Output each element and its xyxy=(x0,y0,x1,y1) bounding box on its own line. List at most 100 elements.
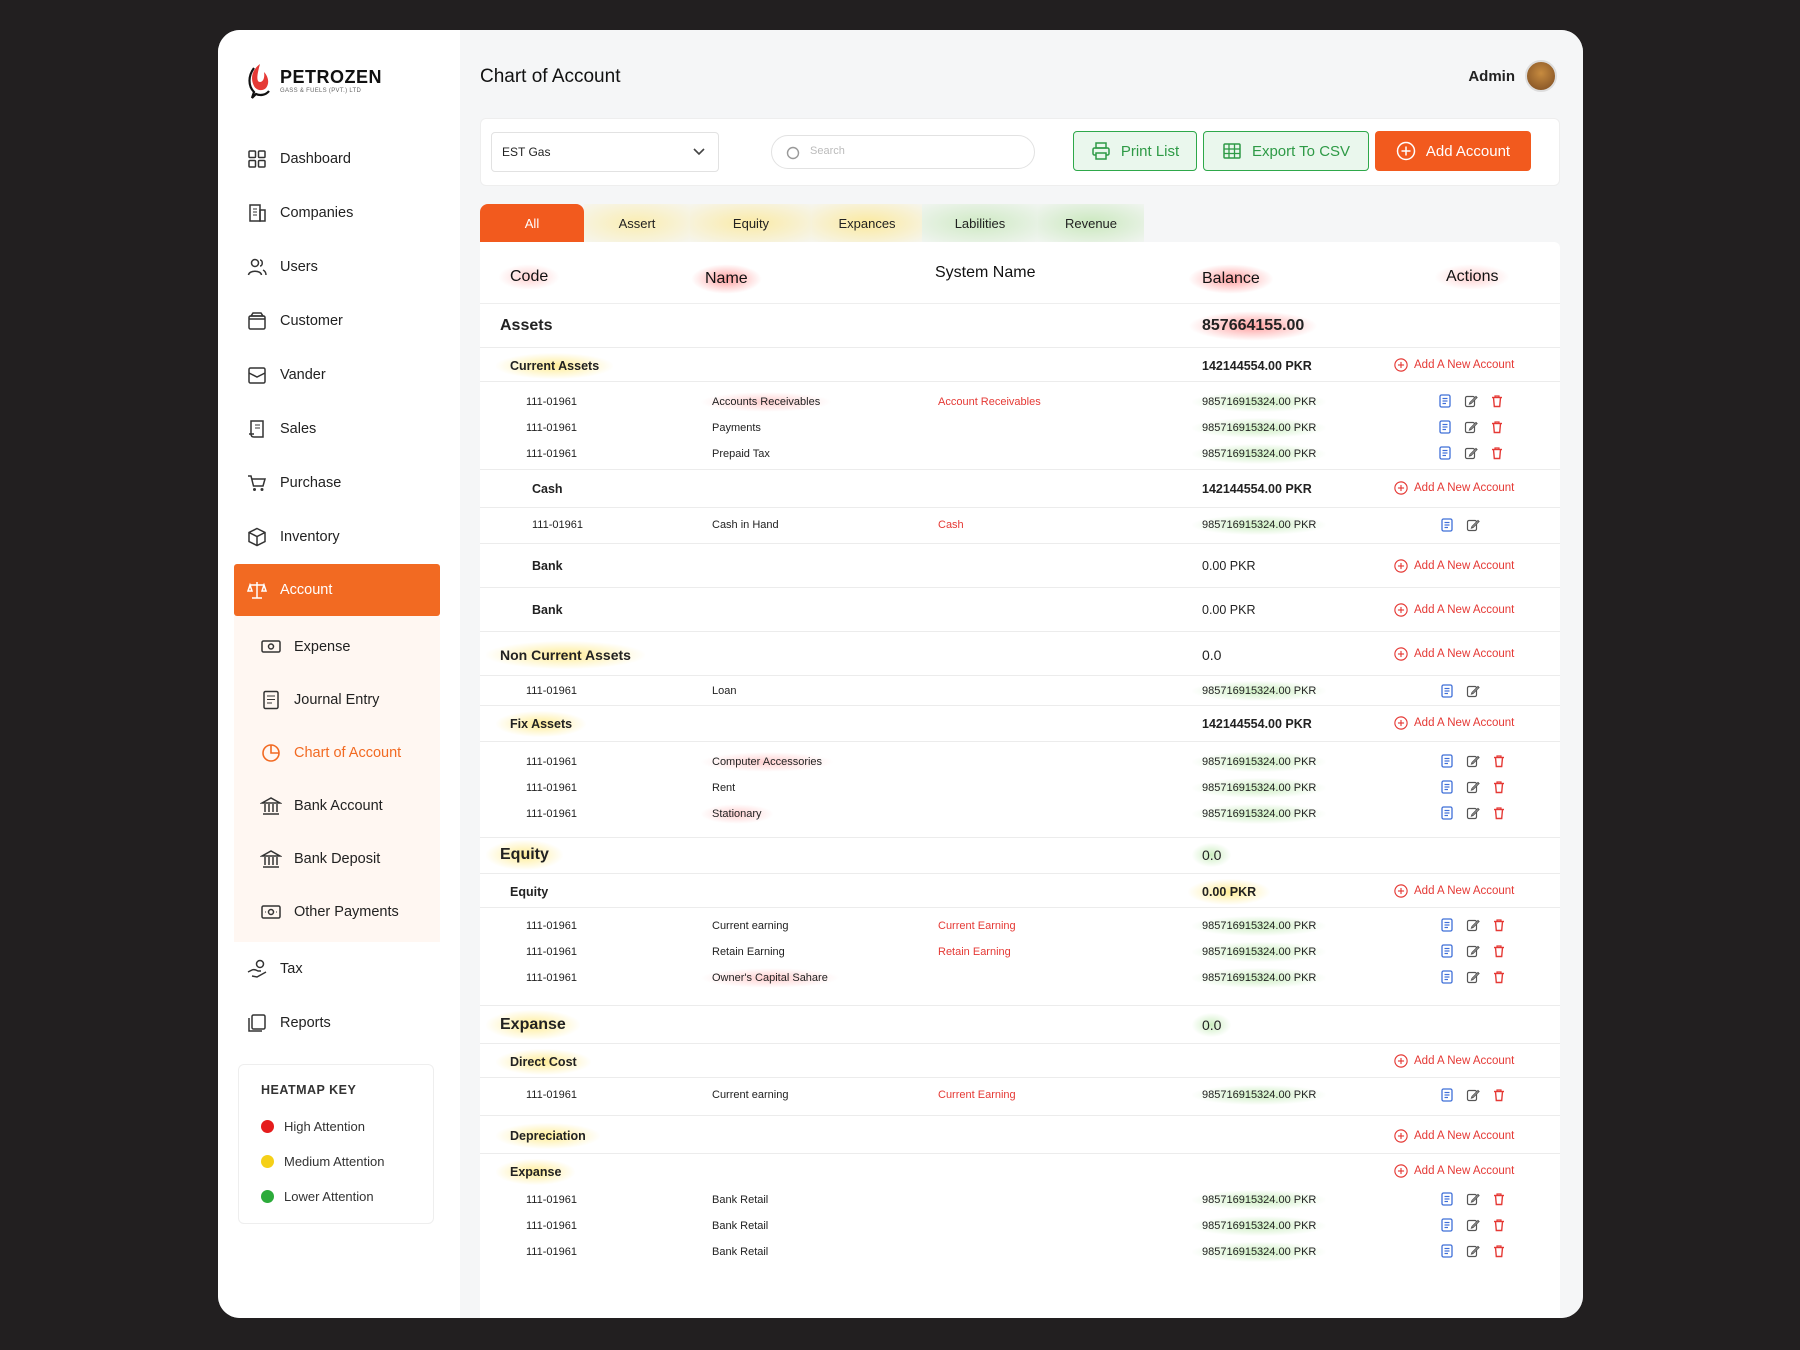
table-row[interactable]: 111-01961 Owner's Capital Sahare 9857169… xyxy=(480,966,1560,1006)
table-row[interactable]: 111-01961 Loan 985716915324.00 PKR xyxy=(480,676,1560,706)
view-icon[interactable] xyxy=(1440,918,1454,932)
view-icon[interactable] xyxy=(1440,754,1454,768)
sidebar-item-bank-account[interactable]: Bank Account xyxy=(234,779,440,832)
add-new-account-button[interactable]: Add A New Account xyxy=(1394,716,1514,730)
view-icon[interactable] xyxy=(1440,1244,1454,1258)
add-new-account-button[interactable]: Add A New Account xyxy=(1394,1129,1514,1143)
edit-icon[interactable] xyxy=(1466,806,1480,820)
sidebar-item-account[interactable]: Account xyxy=(234,564,440,616)
export-csv-button[interactable]: Export To CSV xyxy=(1203,131,1369,171)
table-row[interactable]: 111-01961 Prepaid Tax 985716915324.00 PK… xyxy=(480,442,1560,470)
sidebar-item-tax[interactable]: Tax xyxy=(234,942,440,996)
table-row[interactable]: 111-01961 Bank Retail 985716915324.00 PK… xyxy=(480,1188,1560,1212)
table-row[interactable]: 111-01961 Computer Accessories 985716915… xyxy=(480,750,1560,774)
column-header-balance[interactable]: Balance xyxy=(1188,264,1274,294)
edit-icon[interactable] xyxy=(1466,918,1480,932)
view-icon[interactable] xyxy=(1440,1088,1454,1102)
edit-icon[interactable] xyxy=(1466,970,1480,984)
add-new-account-button[interactable]: Add A New Account xyxy=(1394,884,1514,898)
sidebar-item-users[interactable]: Users xyxy=(234,240,440,294)
tab-revenue[interactable]: Revenue xyxy=(1038,204,1144,242)
view-icon[interactable] xyxy=(1440,806,1454,820)
table-row[interactable]: 111-01961 Stationary 985716915324.00 PKR xyxy=(480,802,1560,838)
column-header-system-name[interactable]: System Name xyxy=(935,264,1035,282)
sidebar-item-sales[interactable]: Sales xyxy=(234,402,440,456)
tab-all[interactable]: All xyxy=(480,204,584,242)
add-new-account-button[interactable]: Add A New Account xyxy=(1394,603,1514,617)
view-icon[interactable] xyxy=(1440,970,1454,984)
avatar[interactable] xyxy=(1525,60,1557,92)
delete-icon[interactable] xyxy=(1492,944,1506,958)
table-row[interactable]: 111-01961 Bank Retail 985716915324.00 PK… xyxy=(480,1240,1560,1264)
edit-icon[interactable] xyxy=(1466,684,1480,698)
delete-icon[interactable] xyxy=(1490,420,1504,434)
delete-icon[interactable] xyxy=(1492,1244,1506,1258)
user-menu[interactable]: Admin xyxy=(1468,60,1557,92)
sidebar-item-reports[interactable]: Reports xyxy=(234,996,440,1050)
add-new-account-button[interactable]: Add A New Account xyxy=(1394,647,1514,661)
edit-icon[interactable] xyxy=(1466,754,1480,768)
tab-equity[interactable]: Equity xyxy=(690,204,812,242)
column-header-code[interactable]: Code xyxy=(498,264,561,290)
edit-icon[interactable] xyxy=(1466,1244,1480,1258)
edit-icon[interactable] xyxy=(1464,420,1478,434)
delete-icon[interactable] xyxy=(1492,970,1506,984)
edit-icon[interactable] xyxy=(1466,1088,1480,1102)
tab-labilities[interactable]: Labilities xyxy=(922,204,1038,242)
sidebar-item-purchase[interactable]: Purchase xyxy=(234,456,440,510)
sidebar-item-expense[interactable]: Expense xyxy=(234,620,440,673)
edit-icon[interactable] xyxy=(1466,518,1480,532)
sidebar-item-inventory[interactable]: Inventory xyxy=(234,510,440,564)
table-row[interactable]: 111-01961 Payments 985716915324.00 PKR xyxy=(480,416,1560,440)
table-row[interactable]: 111-01961 Bank Retail 985716915324.00 PK… xyxy=(480,1214,1560,1238)
delete-icon[interactable] xyxy=(1492,1218,1506,1232)
view-icon[interactable] xyxy=(1440,1218,1454,1232)
table-row[interactable]: 111-01961 Current earning Current Earnin… xyxy=(480,1078,1560,1116)
column-header-name[interactable]: Name xyxy=(691,264,762,294)
brand-logo[interactable]: PETROZEN GASS & FUELS (PVT.) LTD xyxy=(246,60,382,100)
add-new-account-button[interactable]: Add A New Account xyxy=(1394,1164,1514,1178)
print-list-button[interactable]: Print List xyxy=(1073,131,1197,171)
edit-icon[interactable] xyxy=(1464,446,1478,460)
sidebar-item-companies[interactable]: Companies xyxy=(234,186,440,240)
view-icon[interactable] xyxy=(1440,944,1454,958)
edit-icon[interactable] xyxy=(1466,944,1480,958)
view-icon[interactable] xyxy=(1438,394,1452,408)
table-row[interactable]: 111-01961 Retain Earning Retain Earning … xyxy=(480,940,1560,964)
tab-expances[interactable]: Expances xyxy=(812,204,922,242)
view-icon[interactable] xyxy=(1440,1192,1454,1206)
view-icon[interactable] xyxy=(1438,420,1452,434)
add-new-account-button[interactable]: Add A New Account xyxy=(1394,1054,1514,1068)
view-icon[interactable] xyxy=(1440,684,1454,698)
company-select[interactable]: EST Gas xyxy=(491,132,719,172)
add-new-account-button[interactable]: Add A New Account xyxy=(1394,481,1514,495)
view-icon[interactable] xyxy=(1440,518,1454,532)
delete-icon[interactable] xyxy=(1492,918,1506,932)
table-row[interactable]: 111-01961 Cash in Hand Cash 985716915324… xyxy=(480,508,1560,544)
edit-icon[interactable] xyxy=(1466,1218,1480,1232)
delete-icon[interactable] xyxy=(1492,806,1506,820)
view-icon[interactable] xyxy=(1440,780,1454,794)
edit-icon[interactable] xyxy=(1464,394,1478,408)
delete-icon[interactable] xyxy=(1492,754,1506,768)
table-row[interactable]: 111-01961 Rent 985716915324.00 PKR xyxy=(480,776,1560,800)
add-new-account-button[interactable]: Add A New Account xyxy=(1394,559,1514,573)
delete-icon[interactable] xyxy=(1492,1088,1506,1102)
delete-icon[interactable] xyxy=(1490,446,1504,460)
table-row[interactable]: 111-01961 Accounts Receivables Account R… xyxy=(480,390,1560,414)
sidebar-item-bank-deposit[interactable]: Bank Deposit xyxy=(234,832,440,885)
add-account-button[interactable]: Add Account xyxy=(1375,131,1531,171)
sidebar-item-vander[interactable]: Vander xyxy=(234,348,440,402)
add-new-account-button[interactable]: Add A New Account xyxy=(1394,358,1514,372)
sidebar-item-other-payments[interactable]: Other Payments xyxy=(234,885,440,938)
sidebar-item-journal-entry[interactable]: Journal Entry xyxy=(234,673,440,726)
search-input[interactable]: Search xyxy=(771,135,1035,169)
edit-icon[interactable] xyxy=(1466,1192,1480,1206)
delete-icon[interactable] xyxy=(1492,780,1506,794)
table-row[interactable]: 111-01961 Current earning Current Earnin… xyxy=(480,914,1560,938)
view-icon[interactable] xyxy=(1438,446,1452,460)
sidebar-item-chart-of-account[interactable]: Chart of Account xyxy=(234,726,440,779)
edit-icon[interactable] xyxy=(1466,780,1480,794)
sidebar-item-customer[interactable]: Customer xyxy=(234,294,440,348)
sidebar-item-dashboard[interactable]: Dashboard xyxy=(234,132,440,186)
